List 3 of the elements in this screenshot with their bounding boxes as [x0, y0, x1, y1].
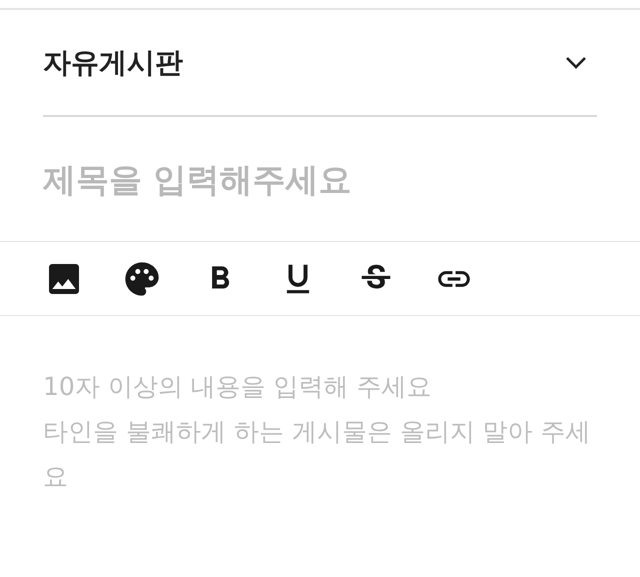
body-field[interactable]: 10자 이상의 내용을 입력해 주세요 타인을 불쾌하게 하는 게시물은 올리지 말아 주세요 [43, 364, 599, 554]
board-select[interactable]: 자유게시판 [43, 10, 597, 115]
chevron-down-icon [565, 56, 587, 70]
